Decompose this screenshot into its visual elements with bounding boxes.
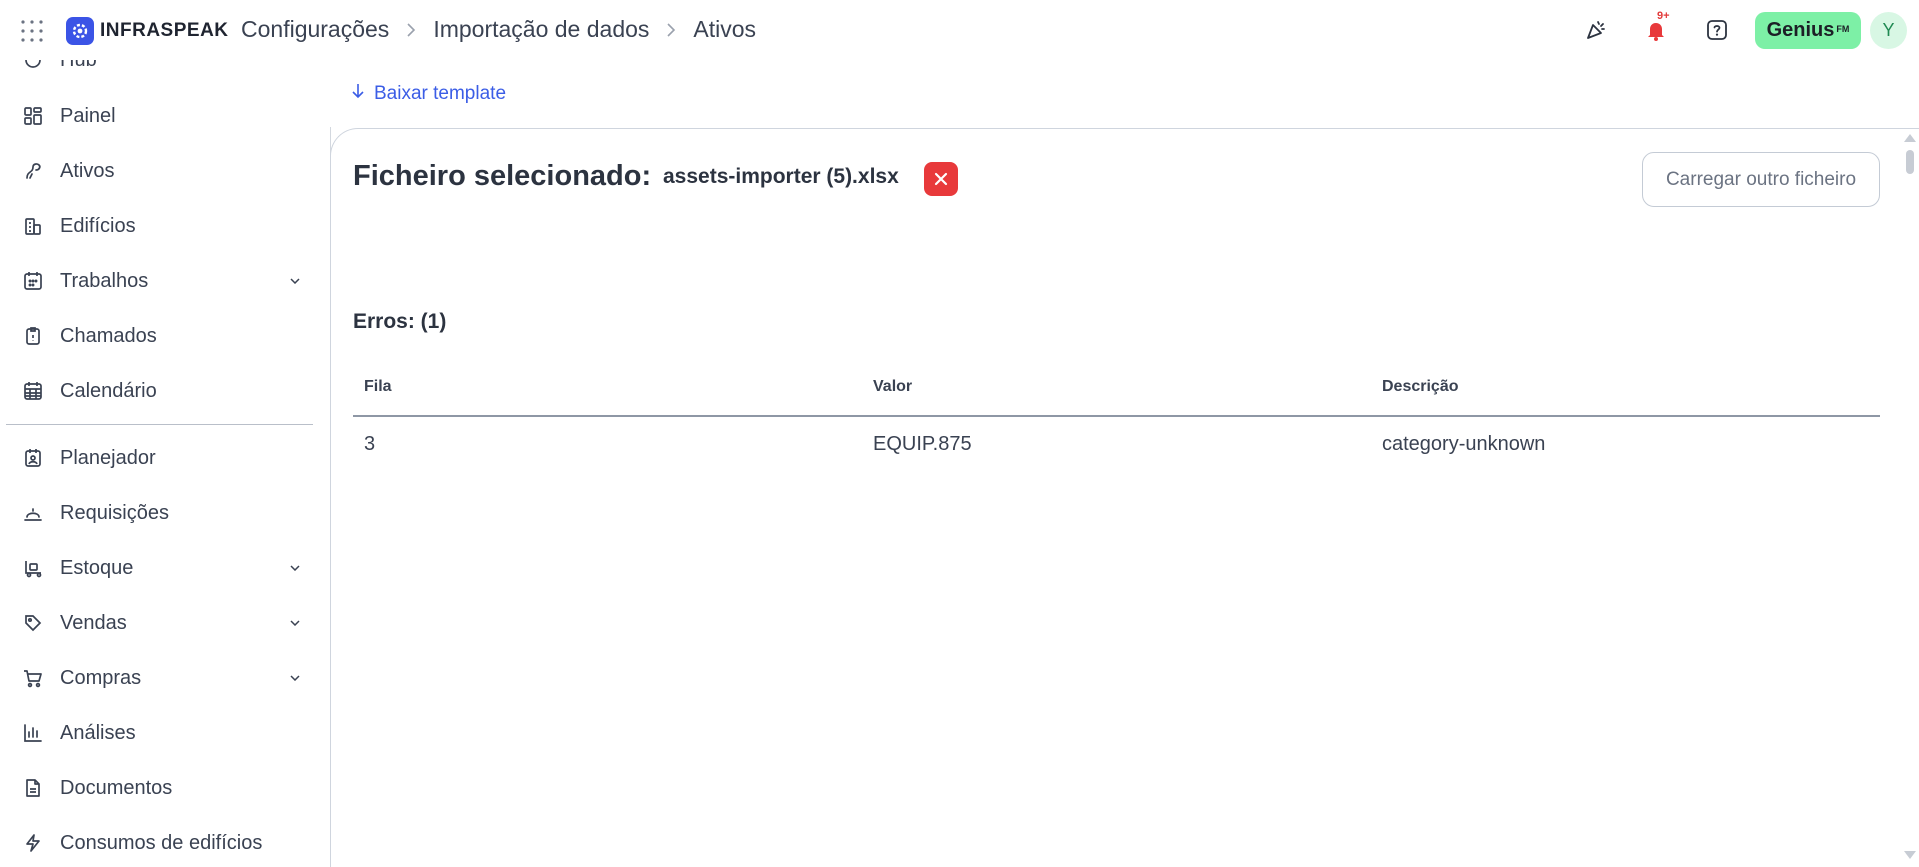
table-header: Fila Valor Descrição [353, 370, 1880, 417]
sidebar-item-label: Documentos [60, 776, 173, 799]
sidebar-item-label: Consumos de edifícios [60, 831, 263, 854]
hub-icon [22, 60, 44, 71]
sidebar-item-calendario[interactable]: Calendário [0, 369, 314, 413]
remove-file-button[interactable] [924, 162, 958, 196]
scrollbar-thumb[interactable] [1906, 150, 1914, 174]
genius-button[interactable]: Genius FM [1755, 12, 1861, 49]
sidebar-item-label: Trabalhos [60, 269, 149, 292]
sidebar-item-painel[interactable]: Painel [0, 94, 314, 138]
download-template-link[interactable]: Baixar template [352, 83, 506, 105]
breadcrumb: Configurações Importação de dados Ativos [241, 16, 756, 43]
table-cell-fila: 3 [364, 433, 376, 455]
sidebar-item-edificios[interactable]: Edifícios [0, 204, 314, 248]
sidebar-item-label: Ativos [60, 159, 115, 182]
sidebar-item-compras[interactable]: Compras [0, 656, 314, 700]
sidebar-item-vendas[interactable]: Vendas [0, 601, 314, 645]
stock-icon [22, 557, 44, 579]
sidebar-item-chamados[interactable]: Chamados [0, 314, 314, 358]
logo-gear-icon [66, 17, 94, 45]
avatar[interactable]: Y [1870, 12, 1907, 49]
sidebar-divider [6, 424, 313, 425]
chevron-down-icon[interactable] [288, 616, 302, 630]
upload-other-file-button[interactable]: Carregar outro ficheiro [1642, 152, 1880, 207]
sidebar-item-label: Chamados [60, 324, 157, 347]
table-cell-valor: EQUIP.875 [873, 433, 972, 455]
import-card [330, 128, 1919, 867]
sidebar-item-analises[interactable]: Análises [0, 711, 314, 755]
scroll-down-arrow[interactable] [1904, 851, 1916, 859]
clipboard-icon [22, 325, 44, 347]
notification-bell-icon[interactable]: 9+ [1642, 10, 1670, 44]
sidebar-item-documentos[interactable]: Documentos [0, 766, 314, 810]
genius-suffix: FM [1836, 23, 1850, 34]
sidebar-item-label: Edifícios [60, 214, 136, 237]
close-icon [934, 172, 948, 186]
selected-file-title: Ficheiro selecionado: [353, 160, 652, 192]
document-icon [22, 777, 44, 799]
breadcrumb-ativos[interactable]: Ativos [693, 16, 756, 43]
selected-file-name: assets-importer (5).xlsx [663, 165, 899, 188]
sidebar-item-label: Análises [60, 721, 136, 744]
assets-icon [22, 160, 44, 182]
breadcrumb-configuracoes[interactable]: Configurações [241, 16, 389, 43]
breadcrumb-importacao[interactable]: Importação de dados [433, 16, 649, 43]
arrow-down-icon [352, 83, 364, 105]
errors-table: Fila Valor Descrição 3 EQUIP.875 categor… [353, 370, 1880, 455]
chevron-down-icon[interactable] [288, 671, 302, 685]
chevron-down-icon[interactable] [288, 274, 302, 288]
chevron-right-icon [649, 22, 693, 38]
top-bar: INFRASPEAK Configurações Importação de d… [0, 0, 1919, 60]
sidebar-item-label: Planejador [60, 446, 156, 469]
infraspeak-logo[interactable]: INFRASPEAK [66, 17, 229, 45]
chevron-right-icon [389, 22, 433, 38]
sidebar-item-label: Estoque [60, 556, 134, 579]
table-cell-descricao: category-unknown [1382, 433, 1546, 455]
scroll-up-arrow[interactable] [1904, 134, 1916, 142]
genius-label: Genius [1766, 19, 1835, 41]
download-template-label: Baixar template [374, 83, 507, 104]
bar-chart-icon [22, 722, 44, 744]
planner-icon [22, 447, 44, 469]
apps-grid-icon[interactable] [20, 19, 44, 43]
sidebar-item-requisicoes[interactable]: Requisições [0, 491, 314, 535]
cart-icon [22, 667, 44, 689]
sidebar-item-label: Painel [60, 104, 116, 127]
column-header-valor: Valor [873, 378, 913, 395]
errors-title: Erros: (1) [353, 310, 447, 333]
notification-badge: 9+ [1657, 10, 1670, 22]
calendar-grid-icon [22, 270, 44, 292]
sidebar-item-label: Calendário [60, 379, 157, 402]
sidebar-item-hub[interactable]: Hub [0, 60, 314, 82]
column-header-fila: Fila [364, 378, 392, 395]
logo-text: INFRASPEAK [100, 20, 229, 41]
sidebar-item-label: Hub [60, 60, 97, 72]
sidebar-item-consumos[interactable]: Consumos de edifícios [0, 821, 314, 865]
tag-icon [22, 612, 44, 634]
party-icon[interactable] [1582, 16, 1610, 44]
sidebar-item-estoque[interactable]: Estoque [0, 546, 314, 590]
sidebar-item-trabalhos[interactable]: Trabalhos [0, 259, 314, 303]
lightning-icon [22, 832, 44, 854]
dashboard-icon [22, 105, 44, 127]
sidebar-item-label: Vendas [60, 611, 127, 634]
column-header-descricao: Descrição [1382, 378, 1459, 395]
chevron-down-icon[interactable] [288, 561, 302, 575]
calendar-icon [22, 380, 44, 402]
building-icon [22, 215, 44, 237]
sidebar-item-planejador[interactable]: Planejador [0, 436, 314, 480]
sidebar-item-label: Compras [60, 666, 142, 689]
bell-service-icon [22, 502, 44, 524]
help-icon[interactable] [1703, 16, 1731, 44]
sidebar-item-ativos[interactable]: Ativos [0, 149, 314, 193]
sidebar-item-label: Requisições [60, 501, 169, 524]
sidebar: Hub Painel Ativos Edifícios [0, 60, 330, 867]
